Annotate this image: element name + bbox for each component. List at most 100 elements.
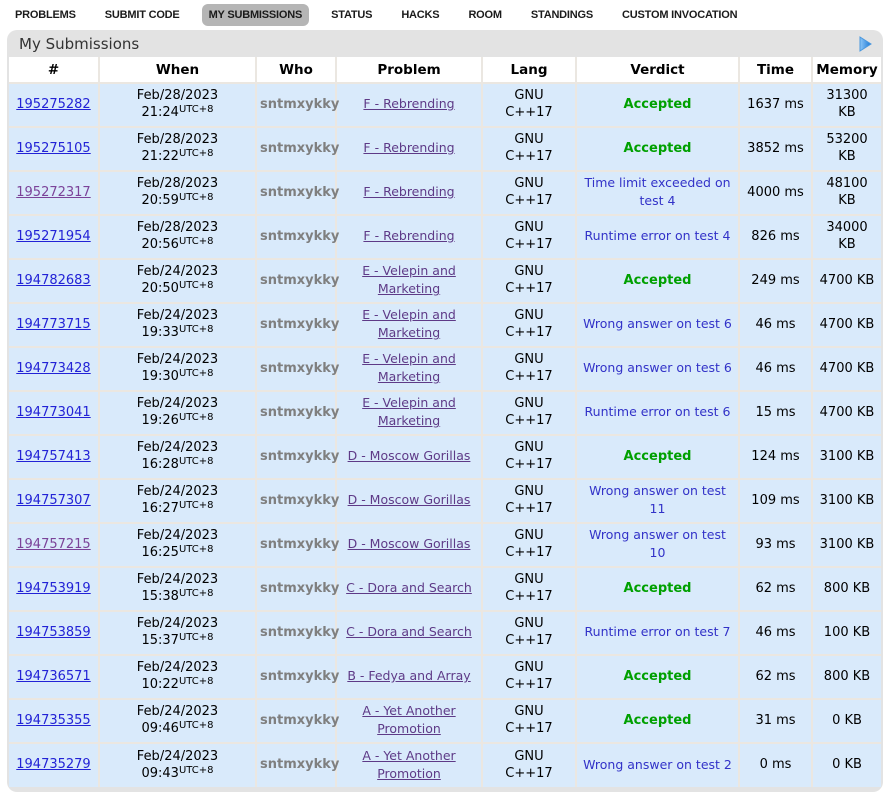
user-link[interactable]: sntmxykky xyxy=(260,185,339,200)
timezone-label: UTC+8 xyxy=(179,456,214,467)
problem-link[interactable]: D - Moscow Gorillas xyxy=(348,448,471,463)
problem-link[interactable]: A - Yet Another Promotion xyxy=(362,703,455,736)
problem-link[interactable]: E - Velepin and Marketing xyxy=(362,395,456,428)
user-link[interactable]: sntmxykky xyxy=(260,581,339,596)
timezone-label: UTC+8 xyxy=(179,588,214,599)
submission-id-link[interactable]: 194735279 xyxy=(16,757,90,772)
timezone-label: UTC+8 xyxy=(179,632,214,643)
nav-item-custom-invocation[interactable]: CUSTOM INVOCATION xyxy=(615,4,744,26)
lang-line2: C++17 xyxy=(486,149,572,166)
cell-id: 194773715 xyxy=(9,303,99,347)
user-link[interactable]: sntmxykky xyxy=(260,317,339,332)
nav-item-status[interactable]: STATUS xyxy=(324,4,379,26)
problem-link[interactable]: E - Velepin and Marketing xyxy=(362,307,456,340)
submission-date: Feb/24/2023 xyxy=(103,440,252,457)
problem-link[interactable]: F - Rebrending xyxy=(363,96,454,111)
problem-link[interactable]: F - Rebrending xyxy=(363,140,454,155)
cell-problem: C - Dora and Search xyxy=(336,611,482,655)
timezone-label: UTC+8 xyxy=(179,324,214,335)
user-link[interactable]: sntmxykky xyxy=(260,713,339,728)
submission-date: Feb/24/2023 xyxy=(103,660,252,677)
submission-id-link[interactable]: 194735355 xyxy=(16,713,90,728)
cell-verdict: Accepted xyxy=(576,435,739,479)
timezone-label: UTC+8 xyxy=(179,280,214,291)
timezone-label: UTC+8 xyxy=(179,544,214,555)
cell-time: 0 ms xyxy=(739,743,812,787)
submission-id-link[interactable]: 194782683 xyxy=(16,273,90,288)
submission-id-link[interactable]: 195271954 xyxy=(16,229,90,244)
time-value: 20:59 xyxy=(141,193,178,208)
lang-line2: C++17 xyxy=(486,281,572,298)
problem-link[interactable]: D - Moscow Gorillas xyxy=(348,492,471,507)
verdict-text: Accepted xyxy=(624,449,692,464)
column-header-when: When xyxy=(99,57,256,83)
cell-when: Feb/24/202319:26UTC+8 xyxy=(99,391,256,435)
nav-item-submit-code[interactable]: SUBMIT CODE xyxy=(98,4,187,26)
submission-id-link[interactable]: 194753859 xyxy=(16,625,90,640)
cell-lang: GNUC++17 xyxy=(482,171,576,215)
cell-verdict: Accepted xyxy=(576,655,739,699)
cell-memory: 800 KB xyxy=(812,567,881,611)
submission-id-link[interactable]: 194753919 xyxy=(16,581,90,596)
submission-id-link[interactable]: 195272317 xyxy=(16,185,90,200)
problem-link[interactable]: B - Fedya and Array xyxy=(347,668,470,683)
user-link[interactable]: sntmxykky xyxy=(260,449,339,464)
cell-id: 194735355 xyxy=(9,699,99,743)
user-link[interactable]: sntmxykky xyxy=(260,229,339,244)
user-link[interactable]: sntmxykky xyxy=(260,273,339,288)
nav-item-hacks[interactable]: HACKS xyxy=(394,4,446,26)
cell-memory: 100 KB xyxy=(812,611,881,655)
user-link[interactable]: sntmxykky xyxy=(260,493,339,508)
problem-link[interactable]: D - Moscow Gorillas xyxy=(348,536,471,551)
problem-link[interactable]: E - Velepin and Marketing xyxy=(362,263,456,296)
timezone-label: UTC+8 xyxy=(179,720,214,731)
nav-item-room[interactable]: ROOM xyxy=(461,4,508,26)
user-link[interactable]: sntmxykky xyxy=(260,97,339,112)
lang-line2: C++17 xyxy=(486,237,572,254)
user-link[interactable]: sntmxykky xyxy=(260,537,339,552)
time-value: 21:22 xyxy=(141,149,178,164)
submission-time: 09:43UTC+8 xyxy=(103,766,252,783)
problem-link[interactable]: E - Velepin and Marketing xyxy=(362,351,456,384)
cell-when: Feb/28/202321:24UTC+8 xyxy=(99,83,256,127)
user-link[interactable]: sntmxykky xyxy=(260,361,339,376)
problem-link[interactable]: F - Rebrending xyxy=(363,184,454,199)
problem-link[interactable]: C - Dora and Search xyxy=(346,624,472,639)
submission-id-link[interactable]: 194757413 xyxy=(16,449,90,464)
user-link[interactable]: sntmxykky xyxy=(260,625,339,640)
time-value: 19:26 xyxy=(141,413,178,428)
submission-id-link[interactable]: 194773715 xyxy=(16,317,90,332)
submission-id-link[interactable]: 194757215 xyxy=(16,537,90,552)
nav-item-problems[interactable]: PROBLEMS xyxy=(8,4,83,26)
submission-id-link[interactable]: 194773428 xyxy=(16,361,90,376)
submission-id-link[interactable]: 195275282 xyxy=(16,97,90,112)
lang-line1: GNU xyxy=(486,264,572,281)
user-link[interactable]: sntmxykky xyxy=(260,141,339,156)
submission-row: 194735279Feb/24/202309:43UTC+8sntmxykkyA… xyxy=(9,743,881,787)
lang-line1: GNU xyxy=(486,132,572,149)
cell-time: 31 ms xyxy=(739,699,812,743)
lang-line1: GNU xyxy=(486,176,572,193)
nav-item-my-submissions[interactable]: MY SUBMISSIONS xyxy=(202,4,310,26)
nav-item-standings[interactable]: STANDINGS xyxy=(524,4,600,26)
lang-line2: C++17 xyxy=(486,413,572,430)
submission-time: 19:33UTC+8 xyxy=(103,325,252,342)
cell-id: 194773428 xyxy=(9,347,99,391)
column-header-verdict: Verdict xyxy=(576,57,739,83)
submission-id-link[interactable]: 195275105 xyxy=(16,141,90,156)
user-link[interactable]: sntmxykky xyxy=(260,669,339,684)
play-triangle-icon[interactable] xyxy=(859,36,872,52)
problem-link[interactable]: A - Yet Another Promotion xyxy=(362,748,455,781)
problem-link[interactable]: C - Dora and Search xyxy=(346,580,472,595)
submission-id-link[interactable]: 194773041 xyxy=(16,405,90,420)
user-link[interactable]: sntmxykky xyxy=(260,757,339,772)
problem-link[interactable]: F - Rebrending xyxy=(363,228,454,243)
cell-who: sntmxykky xyxy=(256,655,336,699)
submission-id-link[interactable]: 194757307 xyxy=(16,493,90,508)
cell-verdict: Wrong answer on test 11 xyxy=(576,479,739,523)
submission-id-link[interactable]: 194736571 xyxy=(16,669,90,684)
user-link[interactable]: sntmxykky xyxy=(260,405,339,420)
submission-row: 195271954Feb/28/202320:56UTC+8sntmxykkyF… xyxy=(9,215,881,259)
submission-time: 15:38UTC+8 xyxy=(103,589,252,606)
cell-when: Feb/24/202316:27UTC+8 xyxy=(99,479,256,523)
